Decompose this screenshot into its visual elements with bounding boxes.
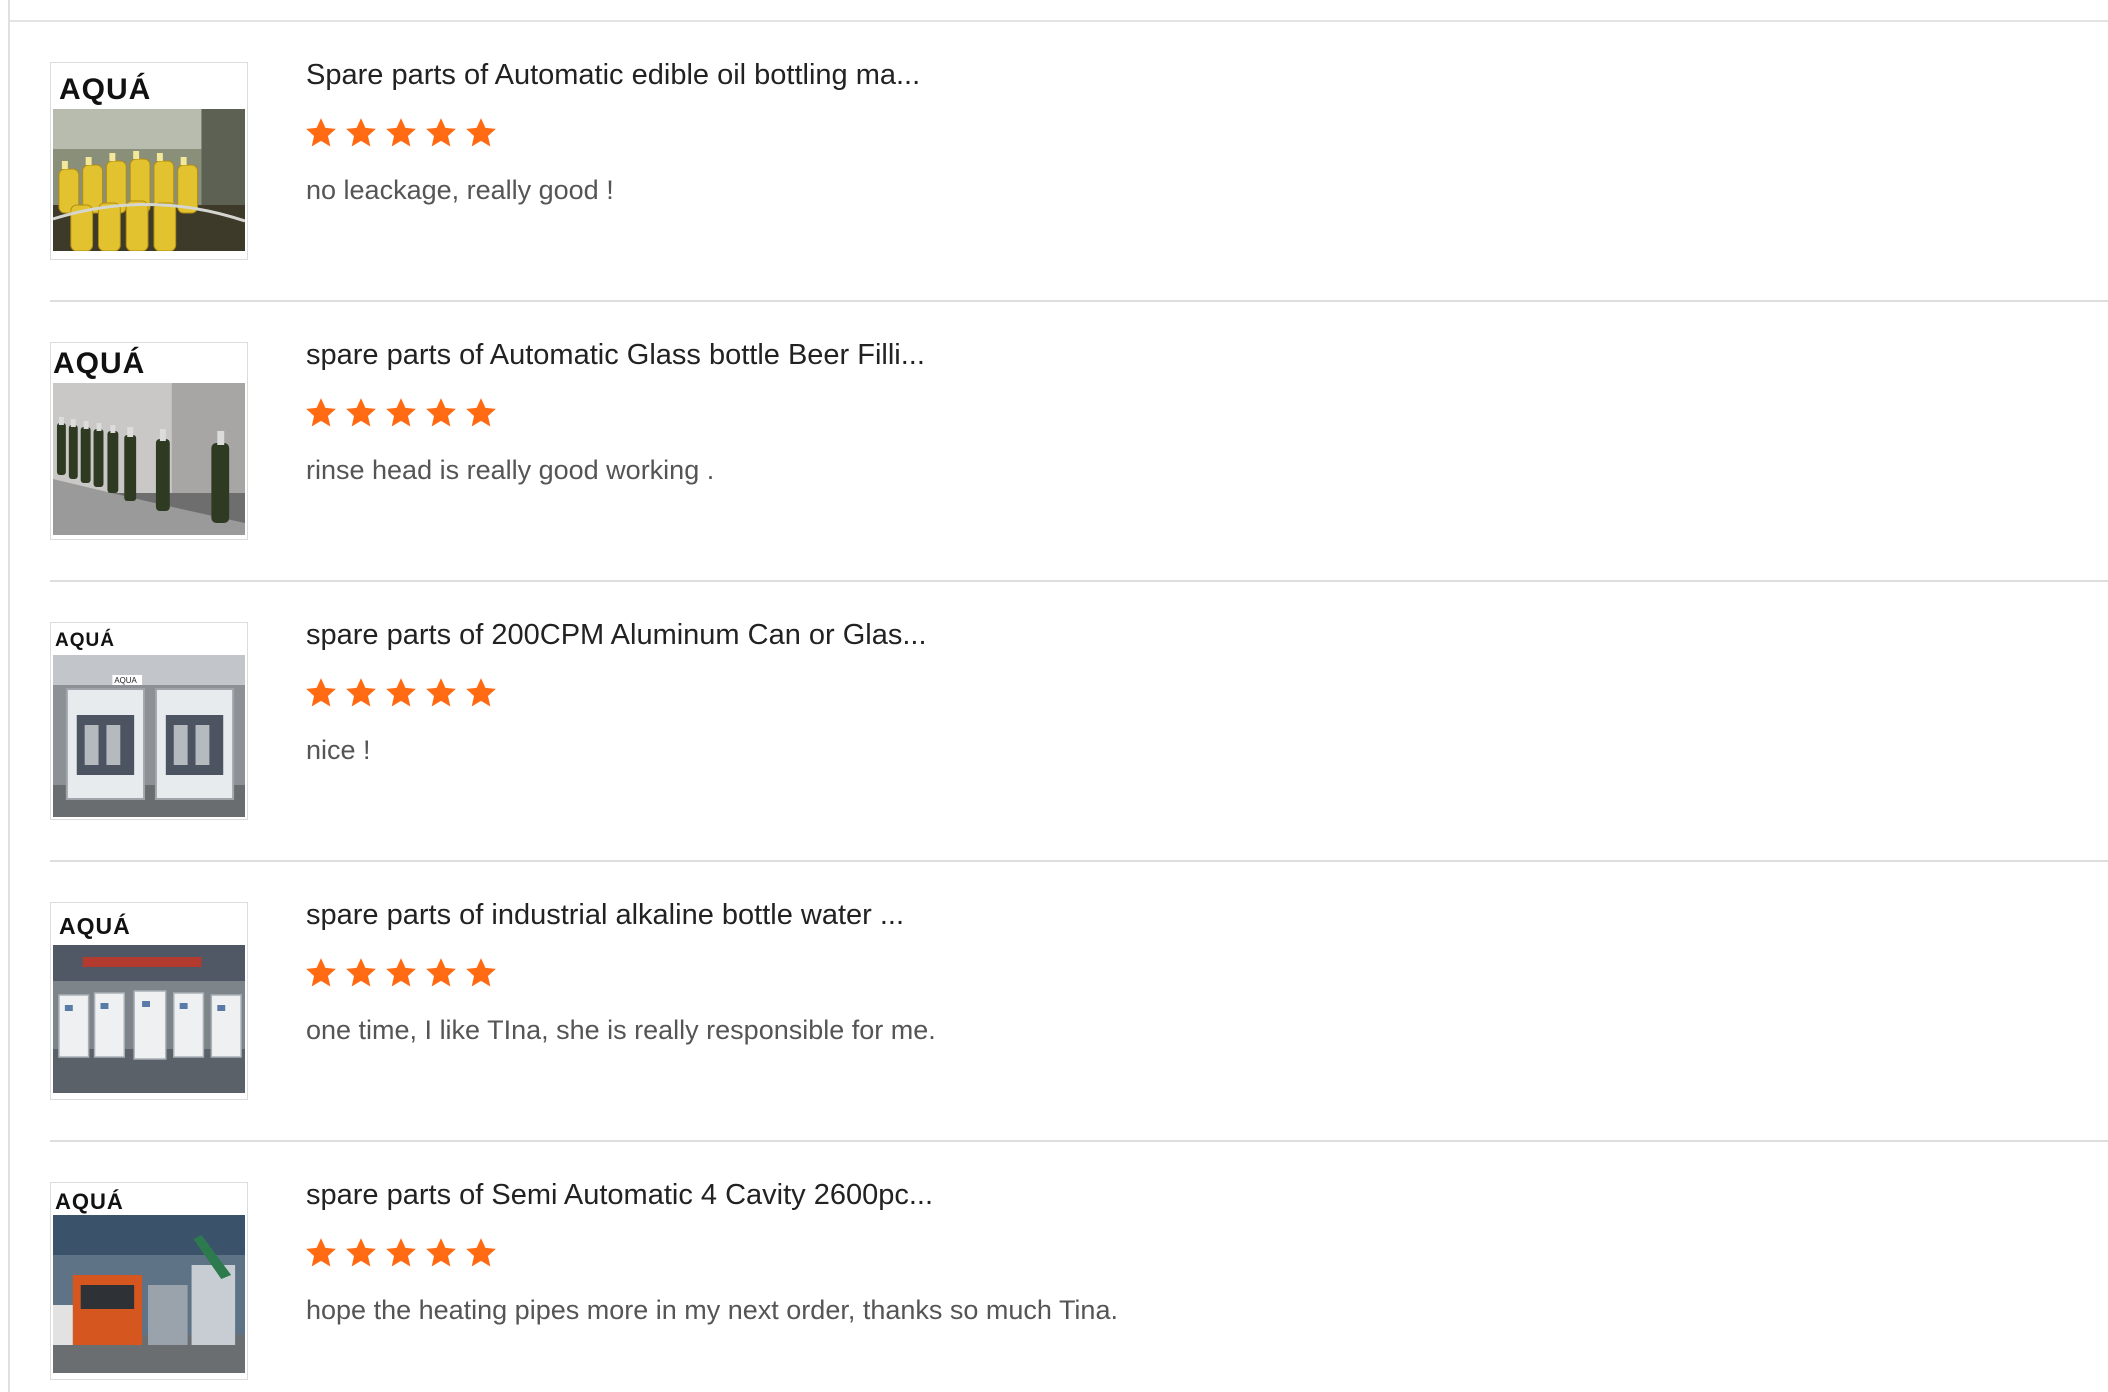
review-product-title[interactable]: spare parts of Automatic Glass bottle Be… <box>306 338 925 373</box>
star-icon <box>464 116 498 150</box>
star-rating <box>304 116 498 150</box>
review-product-title[interactable]: spare parts of 200CPM Aluminum Can or Gl… <box>306 618 927 653</box>
star-icon <box>344 676 378 710</box>
product-thumbnail[interactable]: AQUÁ <box>50 342 248 540</box>
star-icon <box>424 396 458 430</box>
brand-logo: AQUÁ <box>53 347 146 380</box>
product-photo <box>53 1215 245 1373</box>
star-icon <box>344 956 378 990</box>
star-icon <box>384 676 418 710</box>
review-list: AQUÁ Spare parts of Automatic edible oil… <box>50 22 2108 1392</box>
review-page: AQUÁ Spare parts of Automatic edible oil… <box>0 0 2108 1392</box>
product-thumbnail[interactable]: AQUÁ <box>50 62 248 260</box>
star-icon <box>384 1236 418 1270</box>
star-rating <box>304 396 498 430</box>
star-icon <box>384 396 418 430</box>
review-comment: no leackage, really good ! <box>306 175 614 205</box>
review-product-title[interactable]: spare parts of Semi Automatic 4 Cavity 2… <box>306 1178 933 1213</box>
star-icon <box>304 956 338 990</box>
product-photo <box>53 945 245 1093</box>
star-icon <box>424 676 458 710</box>
star-icon <box>464 396 498 430</box>
star-icon <box>464 676 498 710</box>
star-icon <box>464 1236 498 1270</box>
review-comment: one time, I like TIna, she is really res… <box>306 1015 936 1045</box>
review-product-title[interactable]: Spare parts of Automatic edible oil bott… <box>306 58 920 93</box>
brand-logo: AQUÁ <box>59 913 131 939</box>
brand-logo: AQUÁ <box>55 630 115 651</box>
star-icon <box>384 956 418 990</box>
review-item: AQUÁ <box>50 302 2108 582</box>
star-icon <box>424 116 458 150</box>
review-comment: hope the heating pipes more in my next o… <box>306 1295 1118 1325</box>
star-icon <box>304 396 338 430</box>
star-icon <box>464 956 498 990</box>
star-icon <box>304 116 338 150</box>
product-thumbnail[interactable]: AQUÁ <box>50 1182 248 1380</box>
star-rating <box>304 676 498 710</box>
product-thumbnail[interactable]: AQUÁ <box>50 622 248 820</box>
product-photo <box>53 109 245 251</box>
review-item: AQUÁ <box>50 582 2108 862</box>
review-product-title[interactable]: spare parts of industrial alkaline bottl… <box>306 898 904 933</box>
star-icon <box>384 116 418 150</box>
star-icon <box>424 956 458 990</box>
review-item: AQUÁ <box>50 22 2108 302</box>
product-photo <box>53 383 245 535</box>
star-icon <box>304 1236 338 1270</box>
product-photo: AQUA <box>53 655 245 817</box>
star-icon <box>424 1236 458 1270</box>
star-icon <box>304 676 338 710</box>
star-icon <box>344 396 378 430</box>
brand-logo: AQUÁ <box>59 73 152 106</box>
product-thumbnail[interactable]: AQUÁ <box>50 902 248 1100</box>
svg-text:AQUA: AQUA <box>114 676 137 685</box>
review-item: AQUÁ <box>50 862 2108 1142</box>
review-item: AQUÁ spare parts of Semi Automatic 4 Cav… <box>50 1142 2108 1392</box>
review-comment: rinse head is really good working . <box>306 455 715 485</box>
star-icon <box>344 1236 378 1270</box>
review-comment: nice ! <box>306 735 371 765</box>
brand-logo: AQUÁ <box>55 1189 124 1214</box>
star-icon <box>344 116 378 150</box>
star-rating <box>304 1236 498 1270</box>
left-divider <box>8 0 10 1392</box>
star-rating <box>304 956 498 990</box>
